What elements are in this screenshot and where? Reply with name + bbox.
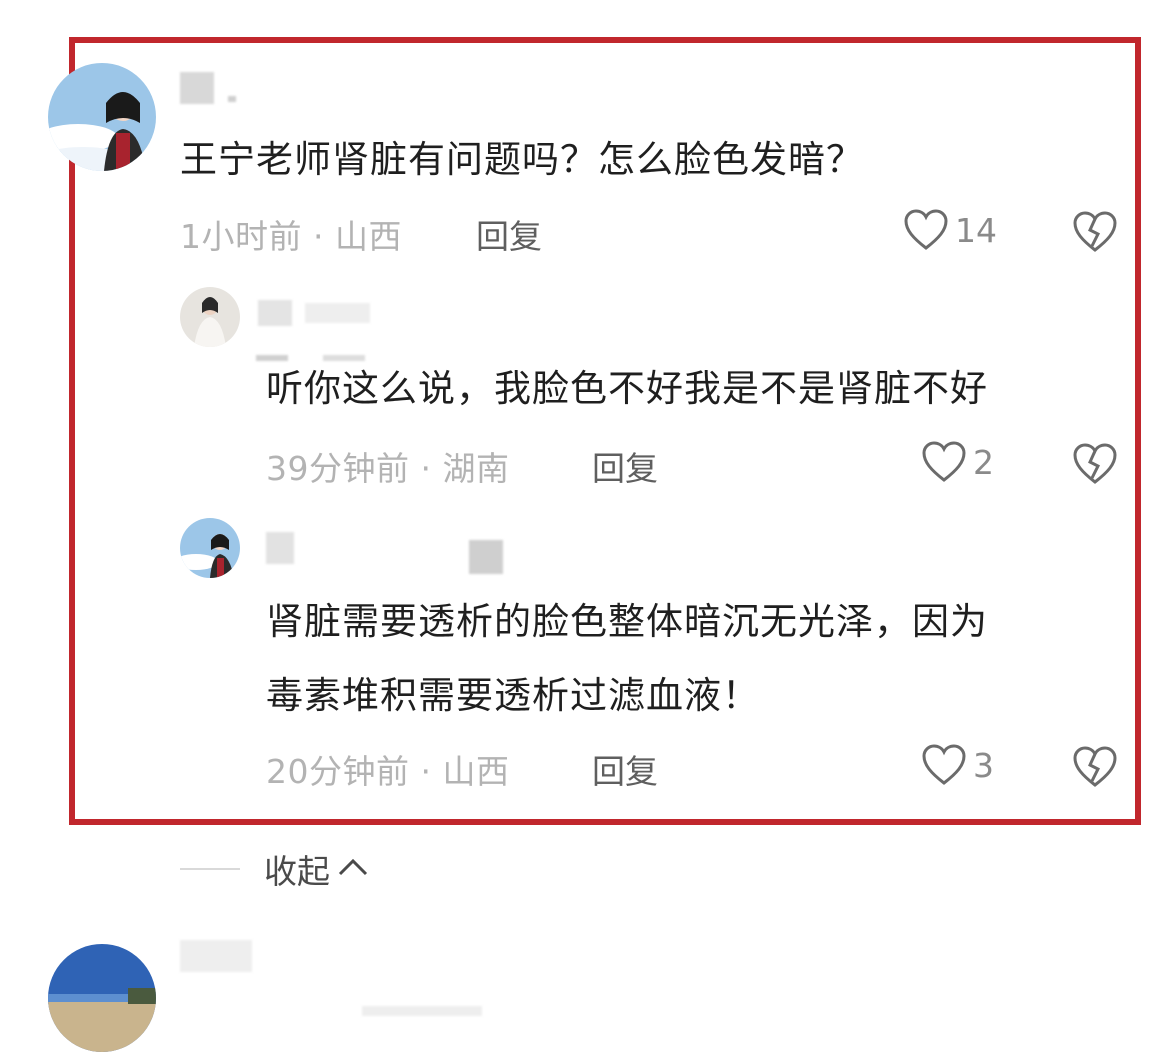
replier-name-blurred [266,532,294,564]
broken-heart-icon [1072,442,1118,486]
collapse-label: 收起 [264,852,330,891]
reply-button[interactable]: 回复 [592,442,658,490]
commenter-avatar[interactable] [48,944,156,1052]
heart-outline-icon [903,208,949,252]
reply-text-line-2: 毒素堆积需要透析过滤血液！ [266,674,760,717]
reply-meta: 39分钟前 · 湖南 [266,449,510,488]
replier-name-blurred [258,300,292,326]
commenter-name-blurred [228,96,236,102]
heart-outline-icon [921,440,967,484]
comment-text: 王宁老师肾脏有问题吗？怎么脸色发暗？ [180,138,864,181]
reply-text: 听你这么说，我脸色不好我是不是肾脏不好 [266,367,988,410]
like-count: 3 [973,745,994,785]
like-button[interactable]: 14 [903,208,997,252]
dislike-button[interactable] [1072,210,1118,254]
collapse-divider [180,868,240,870]
replier-avatar[interactable] [180,287,240,347]
commenter-name-blurred [180,72,214,104]
commenter-name-blurred [180,940,252,972]
like-button[interactable]: 3 [921,743,994,787]
reply-button[interactable]: 回复 [476,210,542,258]
like-count: 14 [955,210,997,250]
broken-heart-icon [1072,210,1118,254]
like-count: 2 [973,442,994,482]
replier-name-blurred [305,303,370,323]
collapse-replies-button[interactable]: 收起 [180,845,370,893]
chevron-up-icon [336,855,370,883]
dislike-button[interactable] [1072,745,1118,789]
comment-meta: 1小时前 · 山西 [180,217,402,256]
dislike-button[interactable] [1072,442,1118,486]
comment-text-blurred [362,1006,482,1016]
heart-outline-icon [921,743,967,787]
replier-avatar[interactable] [180,518,240,578]
like-button[interactable]: 2 [921,440,994,484]
reply-button[interactable]: 回复 [592,745,658,793]
commenter-avatar[interactable] [48,63,156,171]
reply-meta: 20分钟前 · 山西 [266,752,510,791]
reply-text-line-1: 肾脏需要透析的脸色整体暗沉无光泽，因为 [266,600,988,643]
broken-heart-icon [1072,745,1118,789]
replier-name-blurred [469,540,503,574]
